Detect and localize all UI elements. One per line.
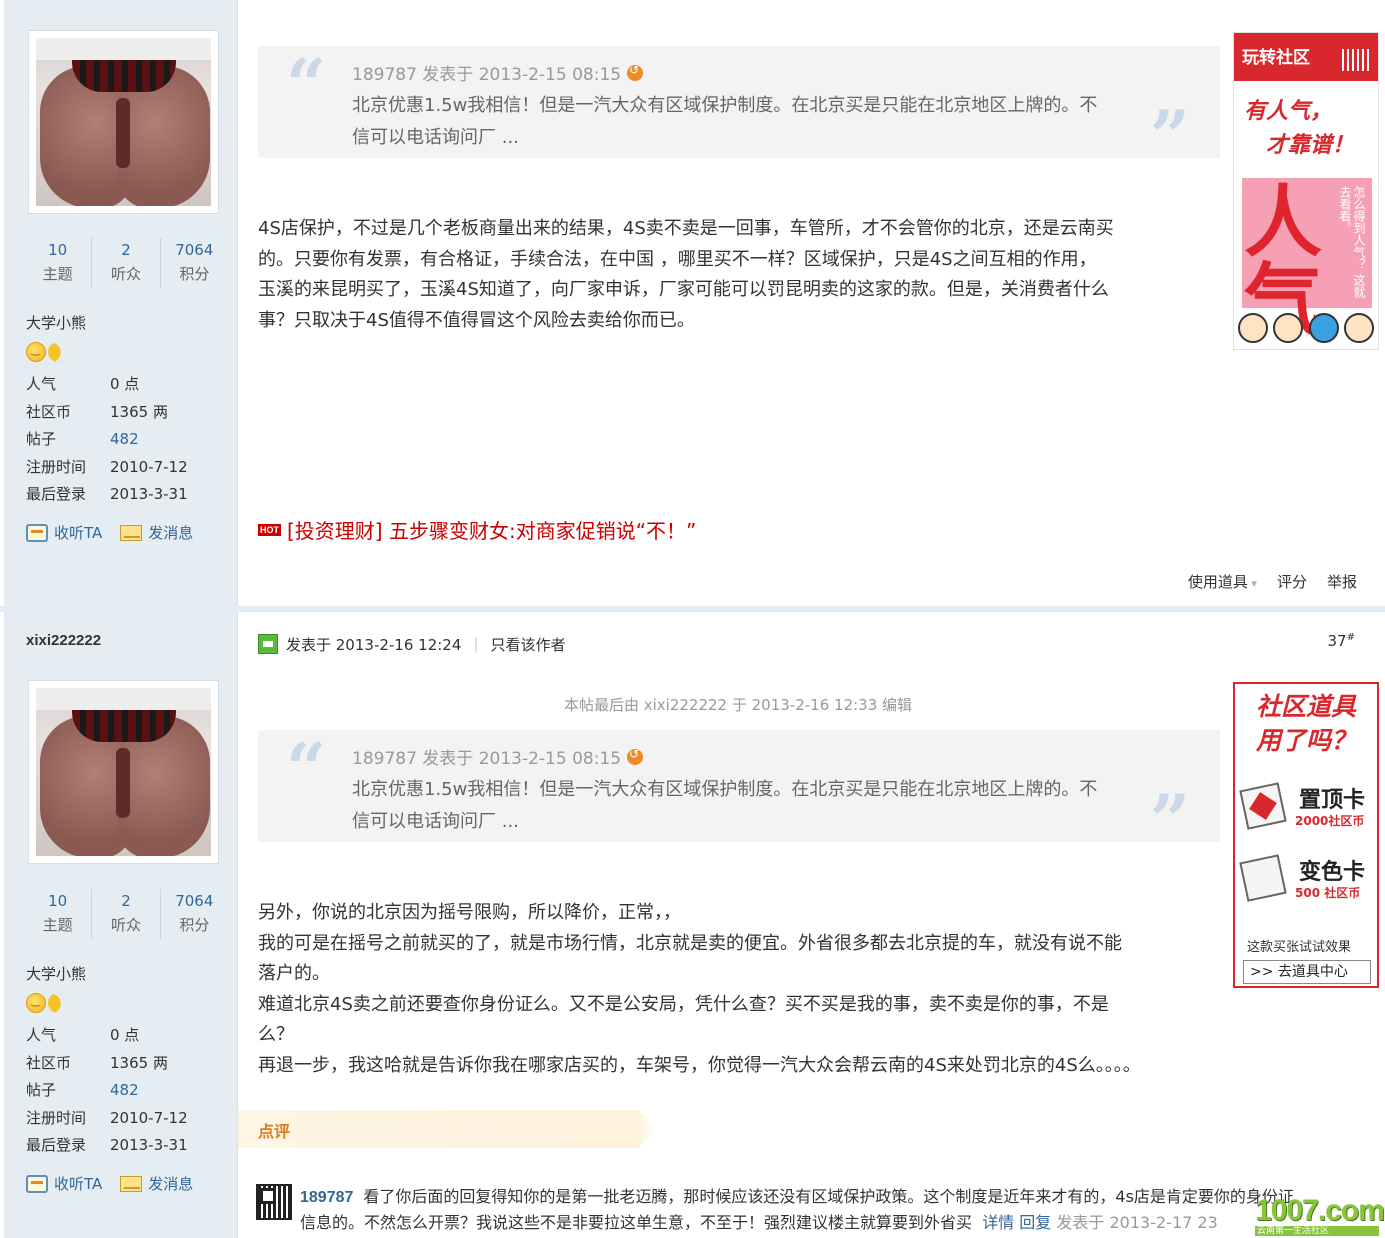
post-content: 发表于 2013-2-16 12:24 | 只看该作者 37# 本帖最后由 xi… (238, 612, 1385, 1238)
props-ad[interactable]: 社区道具 用了吗？ 置顶卡 2000社区币 变色卡 500 社区币 这款买张试试效… (1233, 682, 1379, 988)
avatar-image (36, 688, 211, 856)
community-ad[interactable]: 玩转社区 有人气， 才靠谱！ 人气 怎么得到人气？ 这就去看看。 (1233, 32, 1379, 350)
quote-text: 北京优惠1.5w我相信！但是一汽大众有区域保护制度。在北京买是只能在北京地区上牌… (352, 95, 1098, 148)
rank-medals (26, 990, 71, 1016)
floor-number[interactable]: 37# (1328, 632, 1355, 650)
site-watermark-logo: 1007.com 云南第一生活社区 (1255, 1194, 1385, 1236)
user-group-title: 大学小熊 (26, 314, 87, 332)
quote-header: 189787 发表于 2013-2-15 08:15 (352, 744, 644, 769)
post-count-link[interactable]: 482 (110, 1077, 139, 1105)
author-stats: 10 主题 2 听众 7064 积分 (24, 889, 228, 939)
sun-icon (26, 342, 46, 362)
author-info: 人气 0 点 社区币 1365 两 帖子 482 注册时间 2010-7-12 最后登录… (26, 375, 188, 503)
follow-icon (26, 523, 48, 542)
stat-threads[interactable]: 10 主题 (24, 889, 93, 939)
user-group-title: 大学小熊 (26, 965, 87, 983)
message-button[interactable]: 发消息 (120, 522, 193, 543)
pin-card-icon (1239, 782, 1287, 830)
goto-quote-icon[interactable] (627, 747, 644, 765)
brush-icon (1239, 854, 1287, 902)
goto-quote-icon[interactable] (627, 63, 644, 81)
avatar[interactable] (28, 680, 219, 864)
author-actions: 收听TA 发消息 (26, 522, 193, 543)
stat-listeners[interactable]: 2 听众 (92, 889, 161, 939)
post-date: 发表于 2013-2-16 12:24 (286, 635, 462, 654)
avatar[interactable] (28, 30, 219, 214)
avatar-image (36, 38, 211, 206)
follow-icon (26, 1174, 48, 1193)
goto-props-button[interactable]: >> 去道具中心 (1243, 960, 1371, 984)
rate-link[interactable]: 评分 (1277, 571, 1307, 592)
color-card-item: 变色卡 500 社区币 (1239, 852, 1373, 912)
cartoon-faces (1236, 307, 1376, 347)
open-quote-icon: “ (286, 727, 327, 810)
close-quote-icon: ” (1149, 779, 1190, 862)
open-quote-icon: “ (286, 43, 327, 126)
author-actions: 收听TA 发消息 (26, 1173, 193, 1194)
message-button[interactable]: 发消息 (120, 1173, 193, 1194)
report-link[interactable]: 举报 (1327, 571, 1357, 592)
message-icon (120, 524, 143, 541)
follow-button[interactable]: 收听TA (26, 1173, 102, 1194)
quote-header: 189787 发表于 2013-2-15 08:15 (352, 60, 644, 85)
post-36: 10主题 2听众 7064积分 大学小熊 人气0 点 社区币1365 两 帖子4… (0, 0, 1385, 606)
author-name[interactable]: xixi222222 (26, 632, 101, 649)
close-quote-icon: ” (1149, 95, 1190, 178)
author-sidebar: xixi222222 10主题 2听众 7064积分 大学小熊 人气0 点 社区… (4, 612, 238, 1238)
follow-button[interactable]: 收听TA (26, 522, 102, 543)
comment-item: 189787 看了你后面的回复得知你的是第一批老迈腾，那时候应该还没有区域保护政策… (256, 1182, 1376, 1238)
hot-link[interactable]: HOT [投资理财] 五步骤变财女:对商家促销说“不！” (258, 515, 696, 544)
quote-text: 北京优惠1.5w我相信！但是一汽大众有区域保护制度。在北京买是只能在北京地区上牌… (352, 779, 1098, 832)
post-header: 发表于 2013-2-16 12:24 | 只看该作者 (258, 632, 565, 656)
moon-icon (45, 990, 71, 1016)
commenter-name[interactable]: 189787 (300, 1189, 353, 1206)
comment-reply-link[interactable]: 回复 (1019, 1213, 1051, 1232)
sun-icon (26, 993, 46, 1013)
post-body: 4S店保护，不过是几个老板商量出来的结果，4S卖不卖是一回事，车管所，才不会管你… (258, 218, 1114, 331)
post-tools: 使用道具 评分 举报 (1188, 571, 1357, 592)
post-count-link[interactable]: 482 (110, 426, 139, 454)
author-info: 人气 0 点 社区币 1365 两 帖子 482 注册时间 2010-7-12 最后登录… (26, 1026, 188, 1154)
moon-icon (45, 339, 71, 365)
stat-points[interactable]: 7064 积分 (161, 889, 228, 939)
quote-block: “ 189787 发表于 2013-2-15 08:15 北京优惠1.5w我相信… (258, 43, 1220, 172)
edit-notice: 本帖最后由 xixi222222 于 2013-2-16 12:33 编辑 (563, 696, 913, 714)
message-icon (120, 1175, 143, 1192)
top-card-item: 置顶卡 2000社区币 (1239, 780, 1373, 840)
post-body: 另外，你说的北京因为摇号限购，所以降价，正常，， 我的可是在摇号之前就买的了，就… (258, 902, 1141, 1076)
use-tool-dropdown[interactable]: 使用道具 (1188, 571, 1257, 592)
author-stats: 10 主题 2 听众 7064 积分 (24, 238, 228, 288)
rank-medals (26, 339, 71, 365)
hot-badge-icon: HOT (258, 523, 281, 536)
author-sidebar: 10主题 2听众 7064积分 大学小熊 人气0 点 社区币1365 两 帖子4… (4, 0, 238, 606)
post-37: xixi222222 10主题 2听众 7064积分 大学小熊 人气0 点 社区… (0, 612, 1385, 1238)
only-author-link[interactable]: 只看该作者 (490, 634, 565, 655)
stat-listeners[interactable]: 2 听众 (92, 238, 161, 288)
stat-points[interactable]: 7064 积分 (161, 238, 228, 288)
stat-threads[interactable]: 10 主题 (24, 238, 93, 288)
quote-block: “ 189787 发表于 2013-2-15 08:15 北京优惠1.5w我相信… (258, 727, 1220, 856)
comment-detail-link[interactable]: 详情 (982, 1213, 1014, 1232)
comment-section-header: 点评 (238, 1110, 658, 1148)
online-status-icon (258, 634, 278, 654)
post-content: “ 189787 发表于 2013-2-15 08:15 北京优惠1.5w我相信… (238, 0, 1385, 606)
commenter-avatar[interactable] (256, 1184, 292, 1220)
